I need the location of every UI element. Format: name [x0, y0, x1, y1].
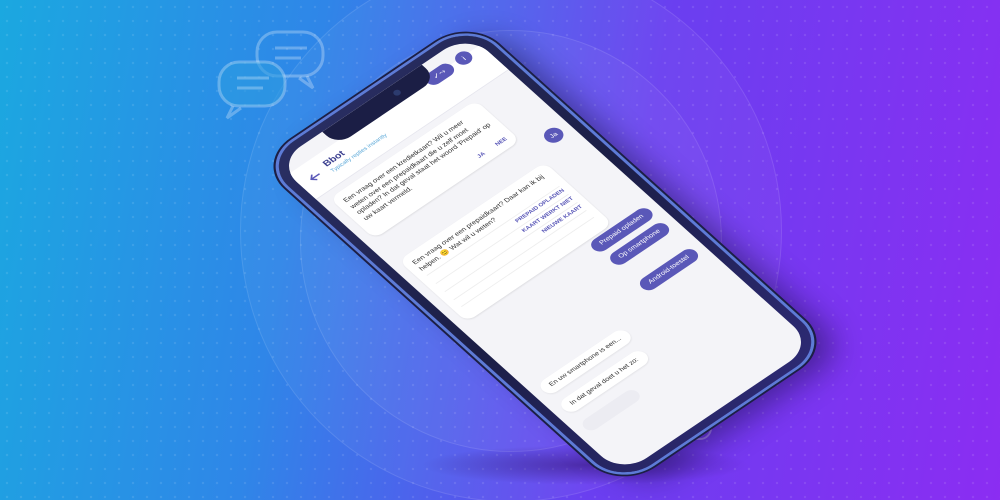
info-icon[interactable]: i — [451, 48, 476, 68]
user-message-android: Android-toestel — [636, 246, 702, 294]
option-ja[interactable]: JA — [476, 151, 486, 159]
camera-icon — [391, 88, 403, 97]
user-message-ja: Ja — [540, 124, 568, 146]
hero-banner: Bbot Typically replies instantly ✓⤳ i Ee… — [0, 0, 1000, 500]
back-arrow-icon[interactable] — [305, 168, 326, 185]
chat-bubbles-icon — [217, 30, 325, 120]
option-nee[interactable]: NEE — [494, 137, 508, 148]
